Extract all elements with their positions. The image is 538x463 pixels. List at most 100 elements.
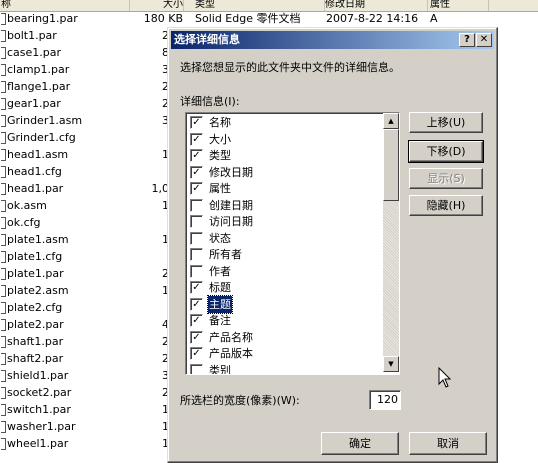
hide-button[interactable]: 隐藏(H) [409, 195, 483, 216]
file-name: case1.par [7, 46, 62, 59]
file-name: gear1.par [7, 97, 61, 110]
file-icon [1, 81, 6, 93]
file-name: head1.asm [7, 148, 69, 161]
file-icon [1, 404, 6, 416]
file-name: plate1.asm [7, 233, 69, 246]
file-icon [1, 217, 6, 229]
file-name: plate2.asm [7, 284, 69, 297]
file-name: head1.cfg [7, 165, 62, 178]
checkbox-checked-icon[interactable]: ✓ [190, 347, 203, 360]
checkbox-unchecked-icon[interactable] [190, 363, 203, 374]
file-type: Solid Edge 零件文档 [195, 12, 301, 25]
file-name: ok.cfg [7, 216, 41, 229]
file-date: 2007-8-22 14:16 [326, 12, 419, 25]
dialog-description: 选择您想显示的此文件夹中文件的详细信息。 [180, 61, 400, 74]
mouse-pointer-icon [438, 366, 452, 392]
file-row[interactable]: bearing1.par 180 KB Solid Edge 零件文档 2007-8-… [0, 10, 538, 27]
file-icon [1, 64, 6, 76]
file-icon [1, 30, 6, 42]
file-name: shaft1.par [7, 335, 64, 348]
detail-item-label: 访问日期 [209, 215, 253, 228]
choose-details-dialog: 选择详细信息 ? ✕ 选择您想显示的此文件夹中文件的详细信息。 详细信息(I):… [167, 27, 498, 463]
scroll-down-arrow-icon[interactable]: ▼ [383, 356, 399, 372]
show-button[interactable]: 显示(S) [409, 168, 483, 189]
detail-item-label: 类别 [209, 363, 231, 375]
scroll-thumb[interactable] [383, 129, 399, 201]
file-name: Grinder1.asm [7, 114, 83, 127]
file-icon [1, 200, 6, 212]
checkbox-checked-icon[interactable]: ✓ [190, 182, 203, 195]
file-name: plate1.cfg [7, 250, 63, 263]
checkbox-checked-icon[interactable]: ✓ [190, 297, 203, 311]
file-size: 180 KB [143, 12, 183, 25]
close-button[interactable]: ✕ [476, 33, 492, 47]
file-name: plate2.par [7, 318, 64, 331]
details-listbox[interactable]: ✓ 名称 ✓ 大小 ✓ 类型 ✓ 修改日期 ✓ 属性 创建日期 访问日期 状态 所有者 作者 ✓ 标题 ✓ 主题 ✓ 备… [185, 112, 400, 375]
checkbox-checked-icon[interactable]: ✓ [190, 132, 203, 146]
checkbox-unchecked-icon[interactable] [190, 264, 203, 278]
file-attributes: A [430, 12, 438, 25]
file-icon [1, 421, 6, 433]
file-name: socket2.par [7, 386, 72, 399]
file-icon [1, 336, 6, 348]
file-icon [1, 166, 6, 178]
file-icon [1, 353, 6, 365]
file-icon [1, 302, 6, 314]
file-name: shield1.par [7, 369, 69, 382]
detail-item-label: 作者 [209, 264, 231, 278]
detail-item-label: 大小 [209, 132, 231, 146]
checkbox-checked-icon[interactable]: ✓ [190, 116, 203, 129]
file-name: bolt1.par [7, 29, 57, 42]
checkbox-unchecked-icon[interactable] [190, 198, 203, 212]
column-width-input[interactable]: 120 [369, 390, 401, 410]
details-scrollbar[interactable]: ▲ ▼ [383, 113, 399, 372]
file-name: switch1.par [7, 403, 71, 416]
detail-item-label: 状态 [209, 231, 231, 245]
file-name: wheel1.par [7, 437, 69, 450]
file-name: shaft2.par [7, 352, 64, 365]
file-name: plate1.par [7, 267, 64, 280]
detail-item-label: 所有者 [209, 248, 242, 261]
file-name: bearing1.par [7, 12, 78, 25]
checkbox-unchecked-icon[interactable] [190, 231, 203, 245]
file-name: washer1.par [7, 420, 76, 433]
detail-item-label: 修改日期 [209, 165, 253, 179]
file-name: Grinder1.cfg [7, 131, 76, 144]
checkbox-checked-icon[interactable]: ✓ [190, 149, 203, 162]
file-name: head1.par [7, 182, 64, 195]
column-width-label: 所选栏的宽度(像素)(W): [180, 394, 300, 407]
scroll-up-arrow-icon[interactable]: ▲ [383, 113, 399, 129]
detail-item-label: 名称 [209, 116, 231, 129]
file-name: ok.asm [7, 199, 47, 212]
move-down-button[interactable]: 下移(D) [408, 140, 484, 163]
detail-item-label: 备注 [209, 314, 231, 327]
move-up-button[interactable]: 上移(U) [409, 112, 483, 133]
file-icon [1, 98, 6, 110]
file-name: flange1.par [7, 80, 71, 93]
file-name: plate2.cfg [7, 301, 63, 314]
detail-item-label: 产品名称 [209, 330, 253, 344]
file-icon [1, 132, 6, 144]
cancel-button[interactable]: 取消 [409, 432, 487, 455]
checkbox-unchecked-icon[interactable] [190, 215, 203, 228]
checkbox-checked-icon[interactable]: ✓ [190, 281, 203, 294]
help-button[interactable]: ? [459, 33, 475, 47]
file-icon [1, 47, 6, 59]
file-icon [1, 115, 6, 127]
file-icon [1, 13, 6, 25]
file-icon [1, 268, 6, 280]
detail-item-label: 主题 [207, 294, 233, 314]
checkbox-checked-icon[interactable]: ✓ [190, 330, 203, 344]
ok-button[interactable]: 确定 [321, 432, 399, 455]
checkbox-unchecked-icon[interactable] [190, 248, 203, 261]
checkbox-checked-icon[interactable]: ✓ [190, 314, 203, 327]
file-icon [1, 387, 6, 399]
detail-item-label: 产品版本 [209, 347, 253, 360]
file-icon [1, 251, 6, 263]
checkbox-checked-icon[interactable]: ✓ [190, 165, 203, 179]
dialog-title: 选择详细信息 [174, 33, 240, 46]
details-label: 详细信息(I): [180, 95, 240, 108]
detail-item-label: 类型 [209, 149, 231, 162]
dialog-title-bar[interactable]: 选择详细信息 ? ✕ [171, 31, 494, 49]
file-name: clamp1.par [7, 63, 70, 76]
